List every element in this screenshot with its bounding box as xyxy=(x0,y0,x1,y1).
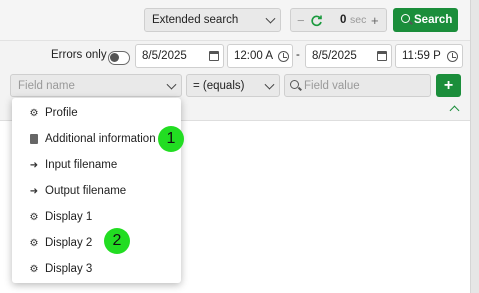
to-date-value: 8/5/2025 xyxy=(312,50,357,62)
calendar-icon[interactable] xyxy=(377,51,387,61)
search-icon xyxy=(401,14,410,23)
operator-select[interactable]: = (equals) xyxy=(186,74,280,97)
search-icon xyxy=(290,80,299,89)
to-time-value: 11:59 P xyxy=(402,50,441,62)
annotation-marker-1: 1 xyxy=(158,126,184,152)
page-scrollbar[interactable] xyxy=(470,0,479,293)
list-item-label: Display 3 xyxy=(45,263,93,275)
list-item-label: Display 1 xyxy=(45,211,93,223)
operator-value: = (equals) xyxy=(193,79,245,92)
add-filter-button[interactable]: + xyxy=(436,74,461,97)
decrement-button[interactable]: − xyxy=(297,13,305,28)
list-item-display-1[interactable]: ⚙ Display 1 xyxy=(12,204,181,230)
from-date-field[interactable]: 8/5/2025 xyxy=(135,44,224,68)
clock-icon[interactable] xyxy=(278,51,289,62)
chevron-down-icon xyxy=(264,79,275,90)
list-item-label: Profile xyxy=(45,107,78,119)
search-mode-value: Extended search xyxy=(152,14,239,26)
field-name-dropdown: ⚙ Profile Additional information ➜ Input… xyxy=(12,98,181,283)
to-date-field[interactable]: 8/5/2025 xyxy=(305,44,392,68)
refresh-value: 0 xyxy=(340,14,347,26)
gear-icon: ⚙ xyxy=(29,237,39,249)
list-item-label: Display 2 xyxy=(45,237,93,249)
refresh-unit: sec xyxy=(350,14,367,26)
list-item-profile[interactable]: ⚙ Profile xyxy=(12,100,181,126)
field-value-placeholder: Field value xyxy=(304,79,360,92)
list-item-display-2[interactable]: ⚙ Display 2 xyxy=(12,230,181,256)
refresh-icon[interactable] xyxy=(310,14,323,27)
file-input-icon: ➜ xyxy=(29,159,39,171)
list-item-display-3[interactable]: ⚙ Display 3 xyxy=(12,256,181,282)
gear-icon: ⚙ xyxy=(29,211,39,223)
list-item-label: Output filename xyxy=(45,185,127,197)
field-value-input[interactable]: Field value xyxy=(284,74,431,97)
collapse-chevron-icon[interactable] xyxy=(449,105,460,116)
range-separator: - xyxy=(296,49,300,61)
chevron-down-icon xyxy=(265,13,276,24)
list-item-label: Input filename xyxy=(45,159,118,171)
calendar-icon[interactable] xyxy=(209,51,219,61)
document-icon xyxy=(29,134,39,144)
errors-only-toggle[interactable] xyxy=(108,51,130,65)
from-time-value: 12:00 A xyxy=(234,50,274,62)
search-mode-select[interactable]: Extended search xyxy=(144,8,281,32)
errors-only-label: Errors only xyxy=(51,49,107,61)
chevron-down-icon xyxy=(166,79,177,90)
list-item-additional-information[interactable]: Additional information xyxy=(12,126,181,152)
increment-button[interactable]: + xyxy=(371,13,379,28)
plus-icon: + xyxy=(443,76,454,94)
refresh-interval-stepper: − 0 sec + xyxy=(290,8,387,32)
from-time-field[interactable]: 12:00 A xyxy=(227,44,293,68)
toolbar: Extended search − 0 sec + Search xyxy=(0,0,470,41)
file-output-icon: ➜ xyxy=(29,185,39,197)
clock-icon[interactable] xyxy=(447,51,458,62)
annotation-marker-2: 2 xyxy=(104,228,130,254)
gear-icon: ⚙ xyxy=(29,107,39,119)
list-item-label: Additional information xyxy=(45,133,156,145)
list-item-output-filename[interactable]: ➜ Output filename xyxy=(12,178,181,204)
to-time-field[interactable]: 11:59 P xyxy=(395,44,463,68)
search-button[interactable]: Search xyxy=(393,8,458,32)
list-item-input-filename[interactable]: ➜ Input filename xyxy=(12,152,181,178)
field-name-select[interactable]: Field name xyxy=(10,74,182,97)
from-date-value: 8/5/2025 xyxy=(142,50,187,62)
search-button-label: Search xyxy=(414,14,453,26)
gear-icon: ⚙ xyxy=(29,263,39,275)
field-name-placeholder: Field name xyxy=(18,79,75,92)
